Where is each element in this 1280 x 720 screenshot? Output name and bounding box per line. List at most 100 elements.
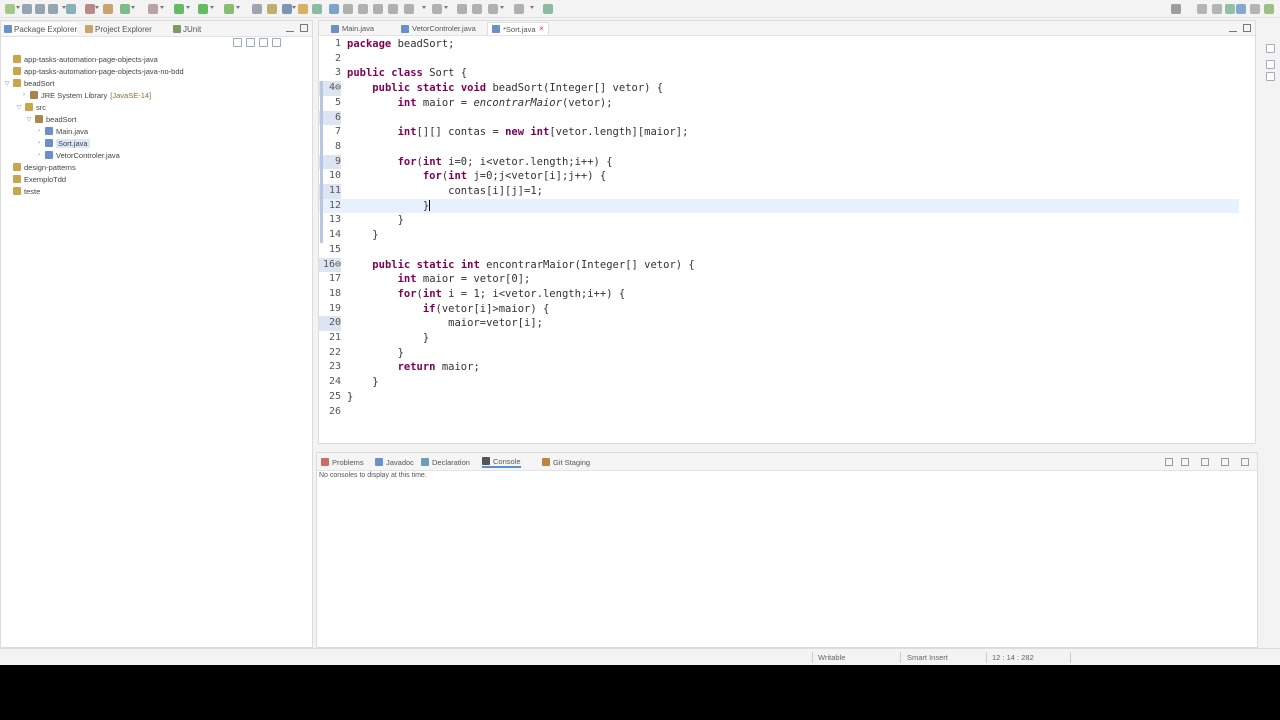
editor-tab[interactable]: *Sort.java ✕ [487, 22, 550, 35]
save-all-icon[interactable] [35, 4, 45, 14]
dropdown-arrow-icon[interactable] [131, 6, 135, 9]
tree-item[interactable]: teste [4, 185, 40, 197]
tree-item[interactable]: ▽ src [16, 101, 46, 113]
skip-breakpoints-icon[interactable] [85, 4, 95, 14]
horizontal-scrollbar[interactable] [349, 436, 1229, 442]
new-package-icon[interactable] [267, 4, 277, 14]
dropdown-arrow-icon[interactable] [500, 6, 504, 9]
pin-console-icon[interactable] [1201, 458, 1209, 466]
open-type-icon[interactable] [103, 4, 113, 14]
expand-toggle-icon[interactable]: › [21, 92, 27, 98]
tree-item[interactable]: app-tasks-automation-page-objects-java-n… [4, 65, 184, 77]
dropdown-arrow-icon[interactable] [292, 6, 296, 9]
expand-toggle-icon[interactable]: ▽ [26, 116, 32, 123]
tab-package-explorer[interactable]: Package Explorer [4, 23, 78, 35]
tab-javadoc[interactable]: Javadoc [375, 456, 414, 468]
debug-perspective-icon[interactable] [1250, 4, 1260, 14]
expand-toggle-icon[interactable]: › [36, 128, 42, 134]
toolbar-icon[interactable] [1212, 4, 1222, 14]
dropdown-arrow-icon[interactable] [236, 6, 240, 9]
code-area[interactable]: 1 package beadSort; 2 3 public class Sort {4… [319, 37, 1255, 437]
pin-icon[interactable] [514, 4, 524, 14]
tree-item[interactable]: › JRE System Library [JavaSE-14] [21, 89, 151, 101]
forward-icon[interactable] [488, 4, 498, 14]
dropdown-arrow-icon[interactable] [444, 6, 448, 9]
display-console-icon[interactable] [1181, 458, 1189, 466]
dropdown-arrow-icon[interactable] [530, 6, 534, 9]
code-line[interactable]: 19 if(vetor[i]>maior) { [319, 302, 1239, 317]
link-with-editor-icon[interactable] [246, 38, 255, 47]
tree-item[interactable]: ▽ beadSort [26, 113, 77, 125]
maximize-icon[interactable] [1241, 458, 1249, 466]
filter-icon[interactable] [259, 38, 268, 47]
code-line[interactable]: 15 [319, 243, 1239, 258]
dropdown-arrow-icon[interactable] [160, 6, 164, 9]
run-icon[interactable] [174, 4, 184, 14]
mark-icon[interactable] [329, 4, 339, 14]
code-line[interactable]: 17 int maior = vetor[0]; [319, 272, 1239, 287]
restore-icon[interactable] [1266, 72, 1275, 81]
prev-annotation-icon[interactable] [432, 4, 442, 14]
expand-toggle-icon[interactable]: › [36, 140, 42, 146]
tree-item[interactable]: › Main.java [36, 125, 88, 137]
git-perspective-icon[interactable] [1264, 4, 1274, 14]
toggle-icon[interactable] [343, 4, 353, 14]
code-line[interactable]: 20 maior=vetor[i]; [319, 316, 1239, 331]
collapse-all-icon[interactable] [233, 38, 242, 47]
tree-item[interactable]: › VetorControler.java [36, 149, 120, 161]
tree-item[interactable]: ▽ beadSort [4, 77, 55, 89]
code-line[interactable]: 10 for(int j=0;j<vetor[i];j++) { [319, 169, 1239, 184]
code-line[interactable]: 3 public class Sort { [319, 66, 1239, 81]
code-line[interactable]: 26 [319, 405, 1239, 420]
maximize-icon[interactable] [300, 24, 308, 32]
close-icon[interactable]: ✕ [539, 25, 545, 33]
editor-tab[interactable]: Main.java [327, 22, 378, 35]
next-annotation-icon[interactable] [404, 4, 414, 14]
code-line[interactable]: 5 int maior = encontrarMaior(vetor); [319, 96, 1239, 111]
code-line[interactable]: 25} [319, 390, 1239, 405]
new-icon[interactable] [5, 4, 15, 14]
code-line[interactable]: 11 contas[i][j]=1; [319, 184, 1239, 199]
insert-mode-status[interactable]: Smart Insert [907, 653, 948, 662]
code-line[interactable]: 14 } [319, 228, 1239, 243]
save-icon[interactable] [22, 4, 32, 14]
code-line[interactable]: 16⊖ public static int encontrarMaior(Int… [319, 257, 1239, 273]
minimize-icon[interactable] [1229, 24, 1237, 32]
tree-item[interactable]: app-tasks-automation-page-objects-java [4, 53, 158, 65]
code-line[interactable]: 7 int[][] contas = new int[vetor.length]… [319, 125, 1239, 140]
code-line[interactable]: 21 } [319, 331, 1239, 346]
code-line[interactable]: 2 [319, 52, 1239, 67]
code-line[interactable]: 22 } [319, 346, 1239, 361]
code-line[interactable]: 1 package beadSort; [319, 37, 1239, 52]
word-wrap-icon[interactable] [358, 4, 368, 14]
terminal-icon[interactable] [66, 4, 76, 14]
java-perspective-icon[interactable] [1236, 4, 1246, 14]
tab-junit[interactable]: JUnit [173, 23, 201, 35]
minimize-icon[interactable] [1221, 458, 1229, 466]
dropdown-arrow-icon[interactable] [95, 6, 99, 9]
code-line[interactable]: 12 } [319, 198, 1239, 214]
dropdown-arrow-icon[interactable] [422, 6, 426, 9]
editor-tab[interactable]: VetorControler.java [397, 22, 480, 35]
tab-console[interactable]: Console [482, 456, 521, 468]
maximize-icon[interactable] [1243, 24, 1251, 32]
block-selection-icon[interactable] [373, 4, 383, 14]
expand-toggle-icon[interactable]: ▽ [4, 80, 10, 87]
code-line[interactable]: 18 for(int i = 1; i<vetor.length;i++) { [319, 287, 1239, 302]
dropdown-arrow-icon[interactable] [62, 6, 66, 9]
tree-item[interactable]: design-patterns [4, 161, 76, 173]
new-java-project-icon[interactable] [252, 4, 262, 14]
print-icon[interactable] [48, 4, 58, 14]
code-editor[interactable]: Main.java VetorControler.java *Sort.java ✕ … [318, 20, 1256, 444]
open-console-icon[interactable] [1165, 458, 1173, 466]
coverage-icon[interactable] [198, 4, 208, 14]
back-icon[interactable] [472, 4, 482, 14]
debug-icon[interactable] [148, 4, 158, 14]
outline-icon[interactable] [1266, 44, 1275, 53]
search-icon[interactable] [312, 4, 322, 14]
expand-toggle-icon[interactable]: › [36, 152, 42, 158]
dropdown-arrow-icon[interactable] [16, 6, 20, 9]
tree-item[interactable]: ExemploTdd [4, 173, 66, 185]
code-line[interactable]: 6 [319, 110, 1239, 126]
code-line[interactable]: 13 } [319, 213, 1239, 228]
